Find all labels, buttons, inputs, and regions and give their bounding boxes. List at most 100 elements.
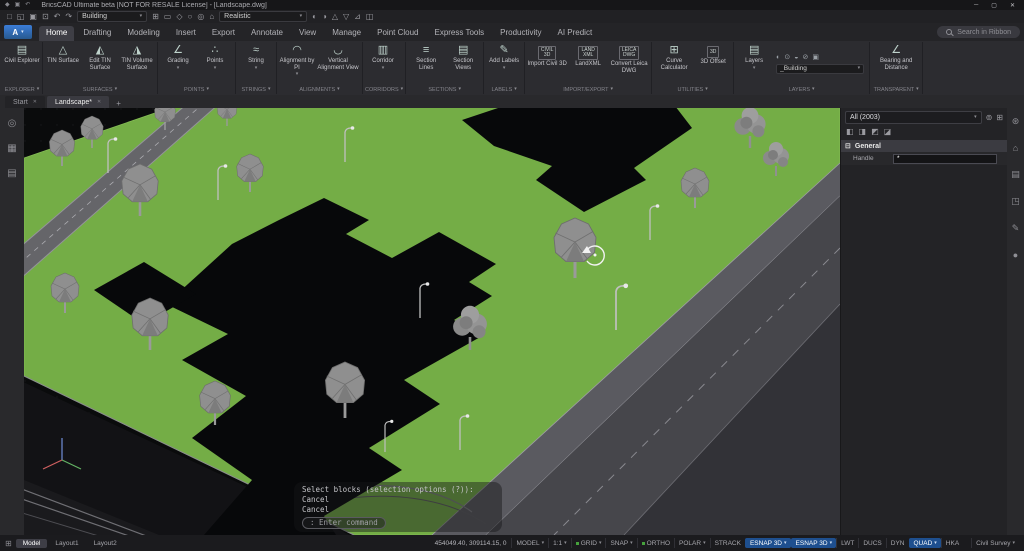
tab-export[interactable]: Export <box>205 26 242 41</box>
layer-isolate-icon[interactable]: ⊘ <box>802 54 808 61</box>
command-line[interactable]: Select blocks (selection options (?)): C… <box>294 482 502 532</box>
filter-all-icon[interactable]: ◧ <box>846 128 854 136</box>
tab-insert[interactable]: Insert <box>169 26 203 41</box>
group-label-corridors[interactable]: CORRIDORS ▾ <box>365 85 403 94</box>
annotate-panel-icon[interactable]: ✎ <box>1012 223 1020 234</box>
group-label-sections[interactable]: SECTIONS ▾ <box>408 85 481 94</box>
group-label-layers[interactable]: LAYERS ▾ <box>736 85 867 94</box>
undo-icon[interactable]: ↶ <box>54 12 61 21</box>
tab-modeling[interactable]: Modeling <box>120 26 166 41</box>
select-objects-icon[interactable]: ⊚ <box>986 113 993 122</box>
toggle-strack[interactable]: STRACK <box>709 538 745 548</box>
layout2-tab[interactable]: Layout2 <box>87 539 124 548</box>
model-tab[interactable]: Model <box>15 538 48 548</box>
tin-volume-surface-button[interactable]: ◮ TIN Volume Surface <box>119 42 155 85</box>
group-label-utilities[interactable]: UTILITIES ▾ <box>654 85 731 94</box>
bearing-distance-button[interactable]: ∠ Bearing and Distance <box>872 42 920 85</box>
ribbon-search[interactable]: Search in Ribbon <box>937 26 1020 38</box>
toggle-ducs[interactable]: DUCS <box>858 538 885 548</box>
visual-style-combo[interactable]: Realistic ▾ <box>219 11 308 22</box>
convert-leica-dwg-button[interactable]: LEICA DWG Convert Leica DWG <box>609 42 649 85</box>
save-file-icon[interactable]: ▣ <box>29 12 37 21</box>
civil-survey-menu[interactable]: Civil Survey ▾ <box>971 538 1019 548</box>
save-icon[interactable]: ▣ <box>15 2 21 8</box>
corridor-button[interactable]: ▥ Corridor ▾ <box>365 42 401 85</box>
tin-surface-button[interactable]: △ TIN Surface <box>45 42 81 85</box>
group-label-explorer[interactable]: EXPLORER ▾ <box>4 85 40 94</box>
window-layout-icon[interactable]: ◫ <box>366 12 374 21</box>
home-view-icon[interactable]: ⌂ <box>209 12 214 21</box>
tips-icon[interactable]: ◎ <box>8 118 17 129</box>
filter-misc-icon[interactable]: ◪ <box>884 128 892 136</box>
alignment-by-pi-button[interactable]: ◠ Alignment by PI ▾ <box>279 42 315 85</box>
toggle-quad[interactable]: QUAD ▾ <box>908 538 941 548</box>
panel-options-icon[interactable]: ⊞ <box>996 113 1003 122</box>
group-label-import-export[interactable]: IMPORT/EXPORT ▾ <box>527 85 649 94</box>
toggle-lwt[interactable]: LWT <box>836 538 858 548</box>
tab-express-tools[interactable]: Express Tools <box>427 26 491 41</box>
landxml-button[interactable]: LAND XML LandXML <box>568 42 608 85</box>
add-labels-button[interactable]: ✎ Add Labels ▾ <box>486 42 522 85</box>
record-icon[interactable]: ● <box>1013 250 1018 260</box>
command-input[interactable]: : Enter command <box>302 517 386 529</box>
open-file-icon[interactable]: ◱ <box>17 12 25 21</box>
light-icon[interactable]: ◑ <box>322 12 327 21</box>
toggle-model-space[interactable]: MODEL ▾ <box>511 538 548 548</box>
group-label-transparent[interactable]: TRANSPARENT ▾ <box>872 85 920 94</box>
new-tab-button[interactable]: + <box>111 99 126 108</box>
vertical-alignment-view-button[interactable]: ◡ Vertical Alignment View <box>316 42 360 85</box>
handle-value-field[interactable]: * <box>893 153 997 164</box>
layers-button[interactable]: ▤ Layers ▾ <box>736 42 772 85</box>
measure-icon[interactable]: ⊿ <box>354 12 361 21</box>
circle-tool-icon[interactable]: ○ <box>188 12 193 21</box>
tab-view[interactable]: View <box>292 26 323 41</box>
group-label-points[interactable]: POINTS ▾ <box>160 85 233 94</box>
close-tab-icon[interactable]: ✕ <box>97 99 101 105</box>
panels-icon[interactable]: ▦ <box>7 143 16 154</box>
group-label-labels[interactable]: LABELS ▾ <box>486 85 522 94</box>
layer-freeze-icon[interactable]: ⊙ <box>784 54 790 61</box>
section-lines-button[interactable]: ≡ Section Lines <box>408 42 444 85</box>
civil-explorer-button[interactable]: ▤ Civil Explorer <box>4 42 40 85</box>
viewport-canvas[interactable] <box>24 108 840 535</box>
layer-on-icon[interactable]: ◐ <box>776 54 780 61</box>
layout-panel-icon[interactable]: ◳ <box>1011 196 1020 207</box>
offset-3d-button[interactable]: 3D 3D Offset <box>695 42 731 85</box>
shade-icon[interactable]: ◐ <box>312 12 317 21</box>
layout1-tab[interactable]: Layout1 <box>48 539 85 548</box>
tab-productivity[interactable]: Productivity <box>493 26 548 41</box>
new-file-icon[interactable]: □ <box>7 12 12 21</box>
selection-filter-combo[interactable]: All (2003) ▾ <box>845 111 982 124</box>
tab-annotate[interactable]: Annotate <box>244 26 290 41</box>
orbit-icon[interactable]: △ <box>332 12 338 21</box>
rectangle-tool-icon[interactable]: ▭ <box>164 12 172 21</box>
maximize-button[interactable]: ▢ <box>987 2 1001 9</box>
redo-icon[interactable]: ↷ <box>65 12 72 21</box>
import-civil3d-button[interactable]: CIVIL 3D Import Civil 3D <box>527 42 567 85</box>
tab-home[interactable]: Home <box>39 26 75 41</box>
grading-button[interactable]: ∠ Grading ▾ <box>160 42 196 85</box>
layer-state-icon[interactable]: ▣ <box>812 54 819 61</box>
toggle-hka[interactable]: HKA <box>940 538 963 548</box>
layer-lock-icon[interactable]: ◒ <box>794 54 798 61</box>
viewport[interactable]: Select blocks (selection options (?)): C… <box>24 108 840 535</box>
app-menu-button[interactable]: A ▾ <box>4 25 32 39</box>
group-label-surfaces[interactable]: SURFACES ▾ <box>45 85 155 94</box>
home-panel-icon[interactable]: ⌂ <box>1013 143 1018 153</box>
snap-settings-icon[interactable]: ⊞ <box>152 12 159 21</box>
doc-tab-landscape[interactable]: Landscape* ✕ <box>47 96 110 108</box>
toggle-dyn[interactable]: DYN <box>885 538 909 548</box>
string-button[interactable]: ≈ String ▾ <box>238 42 274 85</box>
polygon-tool-icon[interactable]: ◇ <box>176 12 182 21</box>
toggle-esnap-3d-b[interactable]: ESNAP 3D ▾ <box>790 538 837 548</box>
minimize-button[interactable]: ─ <box>970 2 982 8</box>
properties-panel-icon[interactable]: ▤ <box>1011 169 1020 180</box>
workspace-combo[interactable]: Building ▾ <box>77 11 148 22</box>
toggle-ortho[interactable]: ORTHO <box>636 538 674 548</box>
center-snap-icon[interactable]: ◎ <box>197 12 204 21</box>
edit-tin-surface-button[interactable]: ◭ Edit TIN Surface <box>82 42 118 85</box>
tab-manage[interactable]: Manage <box>325 26 368 41</box>
section-general[interactable]: ⊟ General <box>841 140 1007 152</box>
section-views-button[interactable]: ▤ Section Views <box>445 42 481 85</box>
look-icon[interactable]: ▽ <box>343 12 349 21</box>
